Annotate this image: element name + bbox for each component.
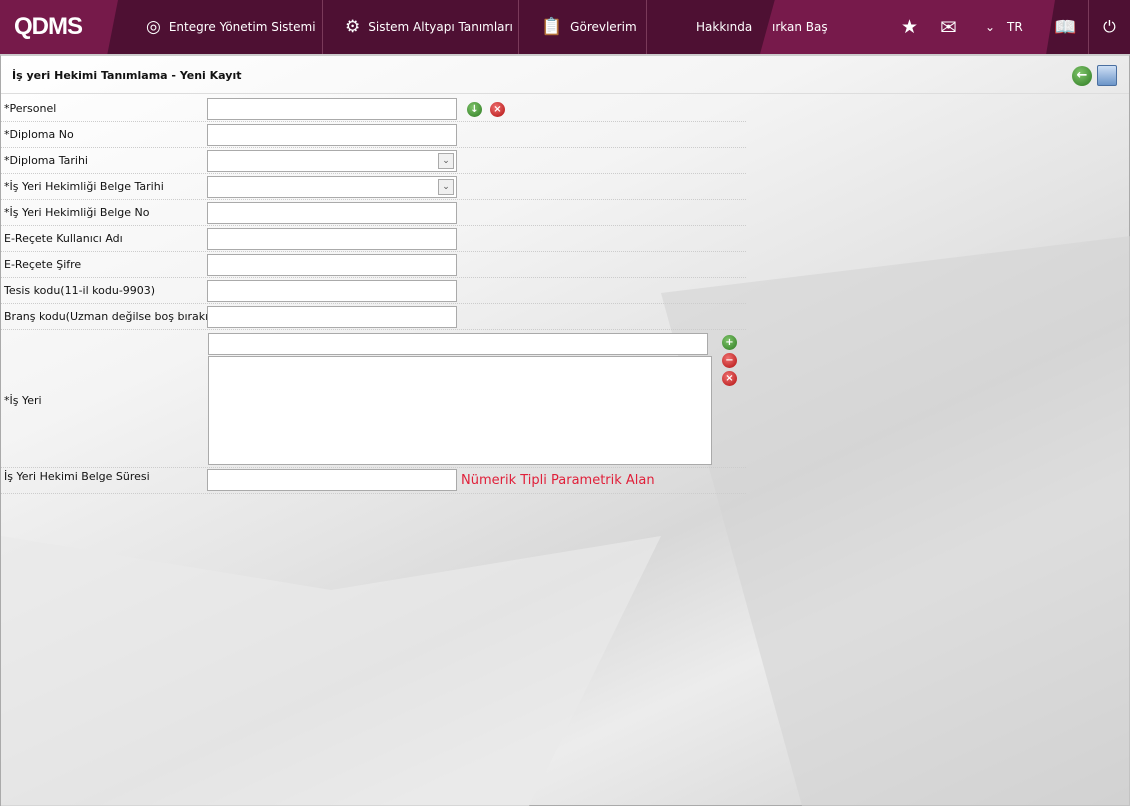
field-label: *Diploma Tarihi (4, 154, 88, 167)
form-row: E-Reçete Kullanıcı Adı (1, 226, 746, 252)
form-row: *İş Yeri Hekimliği Belge Tarihi ⌄ (1, 174, 746, 200)
divider (1, 93, 1129, 94)
field-label: Tesis kodu(11-il kodu-9903) (4, 284, 156, 297)
form-row: *Personel ↓ × (1, 96, 746, 122)
nav-sistem-altyapi-tanimlari[interactable]: ⚙ Sistem Altyapı Tanımları (323, 0, 519, 54)
clipboard-check-icon: 📋 (541, 17, 563, 37)
field-label: E-Reçete Şifre (4, 258, 82, 271)
field-label: *Personel (4, 102, 57, 115)
field-input[interactable] (207, 254, 457, 276)
content-area: İş yeri Hekimi Tanımlama - Yeni Kayıt ← … (0, 54, 1130, 806)
form-row-workplace: *İş Yeri + − × (1, 332, 746, 468)
manual-book-icon[interactable]: 📖 (1054, 0, 1076, 54)
form-row-duration: İş Yeri Hekimi Belge Süresi Nümerik Tipl… (1, 468, 746, 494)
field-label: E-Reçete Kullanıcı Adı (4, 232, 123, 245)
workplace-list[interactable] (208, 356, 712, 465)
field-hint: Nümerik Tipli Parametrik Alan (461, 473, 655, 488)
field-label: İş Yeri Hekimi Belge Süresi (4, 470, 150, 483)
nav-entegre-yonetim-sistemi[interactable]: ◎ Entegre Yönetim Sistemi (118, 0, 323, 54)
form-row: Branş kodu(Uzman değilse boş bırakın) (1, 304, 746, 330)
field-input[interactable]: ⌄ (207, 150, 457, 172)
remove-icon[interactable]: − (722, 353, 737, 368)
nav-label: Entegre Yönetim Sistemi (168, 20, 316, 34)
field-input[interactable] (207, 124, 457, 146)
background-shape (1, 536, 661, 806)
nav-gorevlerim[interactable]: 📋 Görevlerim (519, 0, 647, 54)
star-icon[interactable]: ★ (901, 0, 918, 54)
page-title: İş yeri Hekimi Tanımlama - Yeni Kayıt (12, 69, 242, 82)
form-row: E-Reçete Şifre (1, 252, 746, 278)
field-label: *İş Yeri Hekimliği Belge Tarihi (4, 180, 164, 193)
top-navbar: QDMS ◎ Entegre Yönetim Sistemi ⚙ Sistem Al… (0, 0, 1130, 54)
field-input[interactable] (207, 228, 457, 250)
qdms-logo[interactable]: QDMS (0, 0, 118, 54)
select-personnel-icon[interactable]: ↓ (467, 102, 482, 117)
nav-label: Görevlerim (570, 20, 637, 34)
field-input[interactable]: ⌄ (207, 176, 457, 198)
clear-icon[interactable]: × (722, 371, 737, 386)
gear-icon: ⚙ (345, 17, 361, 37)
language-selector[interactable]: TR (1007, 0, 1023, 54)
field-input[interactable] (207, 306, 457, 328)
back-icon[interactable]: ← (1072, 66, 1092, 86)
logo-text: QDMS (14, 13, 83, 40)
workplace-input[interactable] (208, 333, 708, 355)
chevron-down-icon[interactable]: ⌄ (985, 0, 995, 54)
field-input[interactable] (207, 98, 457, 120)
chevron-down-icon[interactable]: ⌄ (438, 153, 454, 169)
nav-label: Sistem Altyapı Tanımları (368, 20, 513, 34)
form-row: *Diploma Tarihi ⌄ (1, 148, 746, 174)
mail-icon[interactable]: ✉ (940, 0, 957, 54)
field-label: *İş Yeri Hekimliği Belge No (4, 206, 150, 219)
about-link[interactable]: Hakkında (696, 0, 752, 54)
field-input[interactable] (207, 202, 457, 224)
save-icon[interactable] (1097, 65, 1117, 86)
qdms-circle-icon: ◎ (146, 17, 161, 37)
user-name[interactable]: ırkan Baş (772, 0, 828, 54)
duration-input[interactable] (207, 469, 457, 491)
clear-icon[interactable]: × (490, 102, 505, 117)
add-icon[interactable]: + (722, 335, 737, 350)
field-label: *Diploma No (4, 128, 74, 141)
form-row: *İş Yeri Hekimliği Belge No (1, 200, 746, 226)
field-label: Branş kodu(Uzman değilse boş bırakın) (4, 310, 220, 323)
field-label: *İş Yeri (4, 394, 42, 407)
form-row: Tesis kodu(11-il kodu-9903) (1, 278, 746, 304)
power-icon[interactable]: ⏻ (1088, 0, 1130, 54)
form-row: *Diploma No (1, 122, 746, 148)
chevron-down-icon[interactable]: ⌄ (438, 179, 454, 195)
field-input[interactable] (207, 280, 457, 302)
